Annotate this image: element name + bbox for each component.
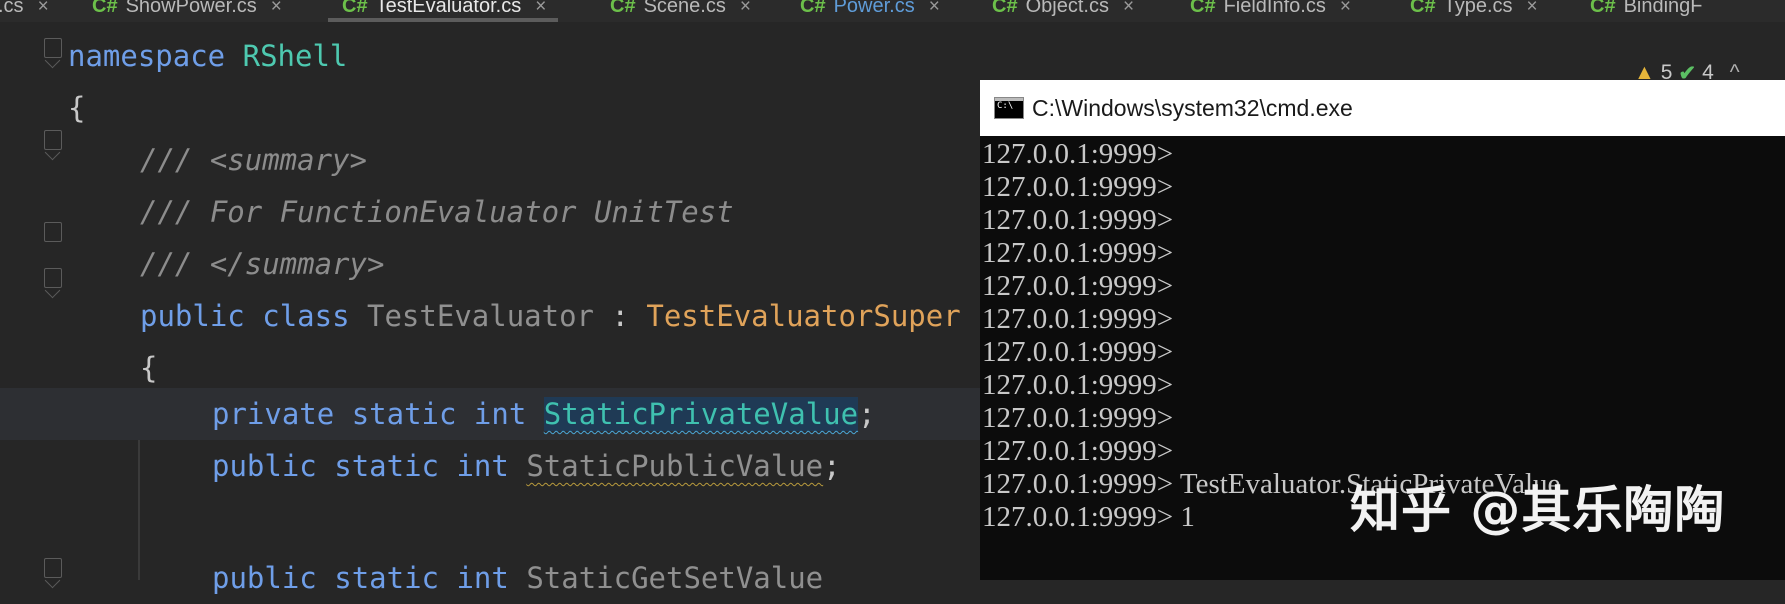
- tab-fieldinfo[interactable]: C# FieldInfo.cs ×: [1190, 0, 1351, 22]
- keyword: static: [351, 397, 457, 431]
- close-icon[interactable]: ×: [535, 0, 546, 18]
- csharp-file-icon: C#: [1190, 0, 1216, 17]
- tab-power[interactable]: C# Power.cs ×: [800, 0, 940, 22]
- tab-label: Power.cs: [833, 0, 915, 17]
- tab-object[interactable]: C# Object.cs ×: [992, 0, 1134, 22]
- cmd-title-bar[interactable]: C:\Windows\system32\cmd.exe: [980, 80, 1785, 136]
- csharp-file-icon: C#: [992, 0, 1018, 17]
- tab-label: Type.cs: [1443, 0, 1513, 17]
- console-line: 127.0.0.1:9999>: [982, 237, 1174, 269]
- cmd-app-icon: [994, 97, 1024, 119]
- csharp-file-icon: C#: [1590, 0, 1616, 17]
- console-line: 127.0.0.1:9999>: [982, 402, 1174, 434]
- fold-icon[interactable]: [44, 222, 62, 242]
- keyword: int: [456, 449, 509, 483]
- tab-label: Scene.cs: [643, 0, 726, 17]
- console-line: 127.0.0.1:9999>: [982, 270, 1174, 302]
- csharp-file-icon: C#: [800, 0, 826, 17]
- fold-icon[interactable]: [44, 130, 62, 150]
- field-identifier[interactable]: StaticGetSetValue: [526, 561, 823, 595]
- code-line-2: {: [68, 82, 1048, 134]
- keyword: int: [456, 561, 509, 595]
- keyword: public: [140, 299, 245, 333]
- csharp-file-icon: C#: [610, 0, 636, 17]
- console-line: 127.0.0.1:9999>: [982, 369, 1174, 401]
- brace: {: [140, 351, 158, 385]
- console-line: 127.0.0.1:9999>: [982, 336, 1174, 368]
- keyword: int: [473, 397, 527, 431]
- field-identifier-selected[interactable]: StaticPrivateValue: [543, 397, 859, 431]
- semicolon: ;: [823, 449, 841, 483]
- tab-testevaluator[interactable]: C# TestEvaluator.cs ×: [327, 0, 559, 22]
- keyword: public: [212, 561, 317, 595]
- tab-showpower[interactable]: C# ShowPower.cs ×: [92, 0, 282, 22]
- tab-label: TestEvaluator.cs: [375, 0, 522, 17]
- keyword: private: [212, 397, 335, 431]
- class-name: TestEvaluator: [367, 299, 594, 333]
- doc-comment: /// <summary>: [140, 143, 367, 177]
- console-line: 127.0.0.1:9999>: [982, 171, 1174, 203]
- code-line-4: /// For FunctionEvaluator UnitTest: [140, 186, 1120, 238]
- namespace-name: RShell: [242, 39, 348, 73]
- code-line-6: public class TestEvaluator : TestEvaluat…: [140, 290, 1120, 342]
- close-icon[interactable]: ×: [929, 0, 940, 18]
- tab-type[interactable]: C# Type.cs ×: [1410, 0, 1538, 22]
- doc-comment: /// </summary>: [140, 247, 385, 281]
- close-icon[interactable]: ×: [740, 0, 751, 18]
- keyword: namespace: [68, 39, 226, 73]
- tab-bindingf[interactable]: C# BindingF: [1590, 0, 1703, 22]
- brace: {: [68, 91, 86, 125]
- close-icon[interactable]: ×: [1123, 0, 1134, 18]
- keyword: static: [334, 449, 439, 483]
- code-line-7: {: [140, 342, 1120, 394]
- tab-label: BindingF: [1623, 0, 1703, 17]
- watermark: 知乎 @其乐陶陶: [1350, 481, 1726, 539]
- csharp-file-icon: C#: [92, 0, 118, 17]
- tab-label: FieldInfo.cs: [1223, 0, 1326, 17]
- csharp-file-icon: C#: [1410, 0, 1436, 17]
- tab-label: .cs: [0, 0, 24, 17]
- cmd-window-title: C:\Windows\system32\cmd.exe: [1032, 94, 1353, 121]
- console-line: 127.0.0.1:9999>: [982, 138, 1174, 170]
- console-line: 127.0.0.1:9999>: [982, 435, 1174, 467]
- code-line-5: /// </summary>: [140, 238, 1120, 290]
- field-identifier[interactable]: StaticPublicValue: [526, 449, 823, 483]
- semicolon: ;: [858, 397, 876, 431]
- keyword: class: [262, 299, 350, 333]
- fold-icon[interactable]: [44, 38, 62, 58]
- tab-cs[interactable]: .cs ×: [0, 0, 49, 22]
- tab-scene[interactable]: C# Scene.cs ×: [610, 0, 751, 22]
- keyword: static: [334, 561, 439, 595]
- editor-tab-bar: .cs × C# ShowPower.cs × C# TestEvaluator…: [0, 0, 1785, 22]
- code-line-3: /// <summary>: [140, 134, 1120, 186]
- doc-comment: /// For FunctionEvaluator UnitTest: [140, 195, 734, 229]
- tab-label: ShowPower.cs: [125, 0, 257, 17]
- close-icon[interactable]: ×: [1340, 0, 1351, 18]
- console-line: 127.0.0.1:9999>: [982, 303, 1174, 335]
- console-line: 127.0.0.1:9999>: [982, 204, 1174, 236]
- code-line-1: namespace RShell: [68, 30, 1048, 82]
- csharp-file-icon: C#: [342, 0, 368, 17]
- fold-icon[interactable]: [44, 268, 62, 288]
- close-icon[interactable]: ×: [38, 0, 49, 18]
- fold-icon[interactable]: [44, 558, 62, 578]
- tab-label: Object.cs: [1025, 0, 1109, 17]
- keyword: public: [212, 449, 317, 483]
- code-line-8: private static int StaticPrivateValue;: [212, 388, 972, 440]
- base-class-name: TestEvaluatorSuper: [646, 299, 961, 333]
- close-icon[interactable]: ×: [271, 0, 282, 18]
- close-icon[interactable]: ×: [1527, 0, 1538, 18]
- separator: :: [594, 299, 647, 333]
